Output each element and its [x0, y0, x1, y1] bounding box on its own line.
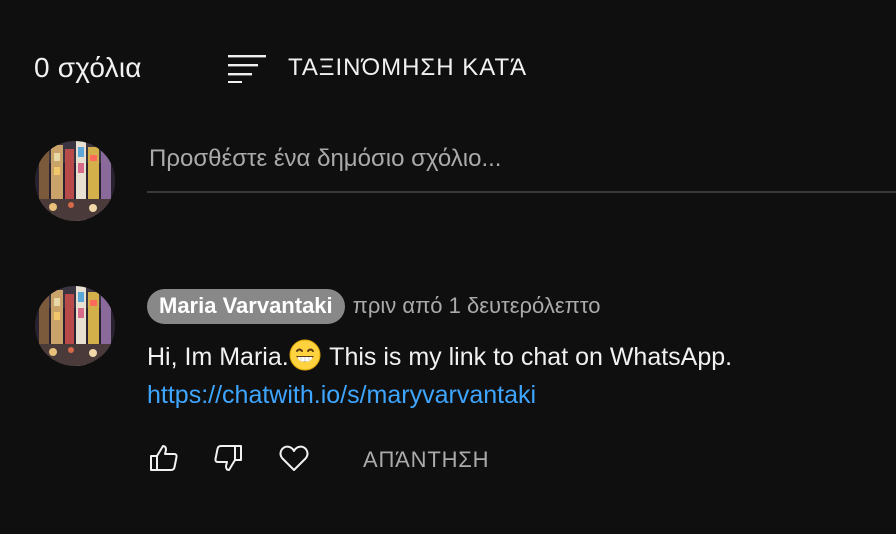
add-comment-input[interactable] — [147, 144, 891, 174]
comment-author-avatar[interactable] — [35, 286, 115, 366]
thumbs-up-icon — [148, 442, 180, 479]
heart-button[interactable] — [277, 443, 311, 477]
comments-header: 0 σχόλια — [34, 44, 142, 92]
comment-author-name[interactable]: Maria Varvantaki — [147, 288, 345, 324]
thumbs-down-icon — [212, 442, 244, 479]
comments-section: 0 σχόλια ΤΑΞΙΝΌΜΗΣΗ ΚΑΤΆ Προσθέστε ένα δ… — [0, 0, 896, 534]
comment-text: Hi, Im Maria. This is my link to chat on… — [147, 338, 732, 376]
heart-icon — [278, 442, 310, 479]
add-comment-box[interactable] — [147, 140, 896, 193]
sort-by-label: ΤΑΞΙΝΌΜΗΣΗ ΚΑΤΆ — [288, 54, 528, 81]
sort-by-button[interactable]: ΤΑΞΙΝΌΜΗΣΗ ΚΑΤΆ — [228, 48, 527, 88]
reply-button[interactable]: ΑΠΆΝΤΗΣΗ — [363, 447, 489, 473]
comment-text-end: This is my link to chat on WhatsApp. — [322, 343, 733, 371]
sort-lines-icon — [228, 53, 266, 83]
comment-actions: ΑΠΆΝΤΗΣΗ — [147, 440, 489, 480]
like-button[interactable] — [147, 443, 181, 477]
comment-timestamp[interactable]: πριν από 1 δευτερόλεπτο — [353, 293, 601, 319]
comment-text-start: Hi, Im Maria. — [147, 343, 289, 371]
comment-count: 0 σχόλια — [34, 52, 142, 83]
grinning-face-emoji-icon — [289, 339, 321, 371]
comment-link[interactable]: https://chatwith.io/s/maryvarvantaki — [147, 377, 536, 413]
dislike-button[interactable] — [211, 443, 245, 477]
comment-header: Maria Varvantaki πριν από 1 δευτερόλεπτο — [147, 287, 600, 325]
current-user-avatar[interactable] — [35, 141, 115, 221]
